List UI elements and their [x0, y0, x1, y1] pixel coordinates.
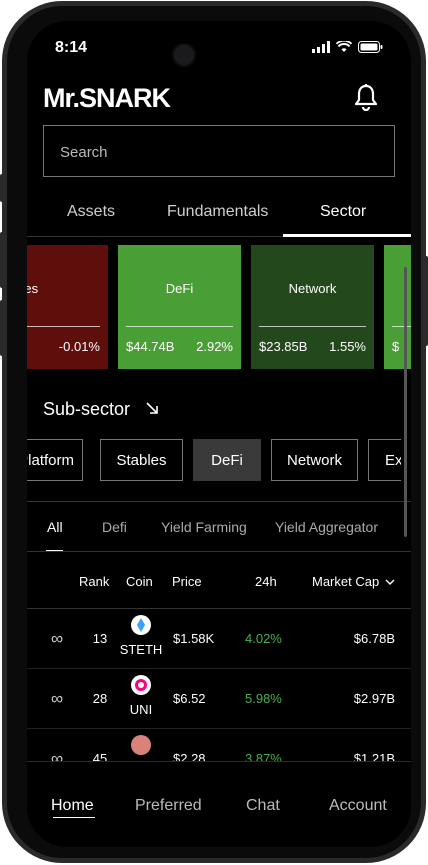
- header-price[interactable]: Price: [172, 574, 202, 589]
- row-market-cap: $6.78B: [353, 631, 395, 646]
- volume-up-button: [0, 232, 4, 288]
- sector-card-change: 1.55%: [329, 339, 366, 354]
- subtab-yield-aggregator[interactable]: Yield Aggregator: [275, 519, 378, 535]
- front-camera: [172, 43, 196, 67]
- active-nav-indicator: [53, 817, 95, 818]
- sector-card-value: $: [392, 339, 400, 354]
- header-rank[interactable]: Rank: [79, 574, 109, 589]
- subsector-chips: Platform Stables DeFi Network Ex: [27, 439, 401, 483]
- sector-card-value: $23.85B: [259, 339, 308, 354]
- row-price: $6.52: [173, 691, 206, 706]
- header-coin[interactable]: Coin: [126, 574, 153, 589]
- sector-card-stables[interactable]: ables 3 -0.01%: [27, 245, 108, 369]
- row-rank: 28: [92, 691, 108, 706]
- sector-cards: ables 3 -0.01% DeFi $44.74B 2.92% Networ…: [27, 245, 411, 369]
- row-change: 5.98%: [245, 691, 282, 706]
- status-bar: 8:14: [27, 21, 411, 71]
- infinity-icon[interactable]: ∞: [51, 689, 63, 709]
- row-change: 4.02%: [245, 631, 282, 646]
- chip-network[interactable]: Network: [271, 439, 358, 481]
- sector-card-network[interactable]: Network $23.85B 1.55%: [251, 245, 374, 369]
- row-market-cap: $2.97B: [353, 691, 395, 706]
- infinity-icon[interactable]: ∞: [51, 629, 63, 649]
- card-divider: [259, 326, 366, 327]
- main-tabs: Assets Fundamentals Sector: [27, 191, 411, 237]
- row-rank: 13: [92, 631, 108, 646]
- subtab-defi[interactable]: Defi: [102, 519, 127, 535]
- nav-home[interactable]: Home: [51, 797, 94, 815]
- volume-down-button: [0, 300, 4, 356]
- chip-platform[interactable]: Platform: [27, 439, 83, 481]
- sector-card-name: Network: [288, 281, 337, 296]
- app-screen: 8:14 Mr.SNARK Search Assets Fundamentals…: [27, 21, 411, 847]
- coin-icon: [131, 735, 151, 755]
- status-icons: [312, 41, 383, 53]
- subtabs-divider: [27, 551, 411, 552]
- subtab-yield-farming[interactable]: Yield Farming: [161, 519, 247, 535]
- scrollbar[interactable]: [404, 267, 407, 537]
- sector-card-defi[interactable]: DeFi $44.74B 2.92%: [118, 245, 241, 369]
- tab-assets[interactable]: Assets: [67, 203, 115, 221]
- chip-ex[interactable]: Ex: [368, 439, 401, 481]
- subtab-all[interactable]: All: [47, 519, 63, 535]
- sector-card-change: 2.92%: [196, 339, 233, 354]
- active-tab-indicator: [283, 234, 411, 237]
- chevron-down-icon[interactable]: [385, 579, 395, 585]
- app-logo: Mr.SNARK: [43, 83, 171, 113]
- chip-stables[interactable]: Stables: [100, 439, 183, 481]
- signal-icon: [312, 41, 330, 53]
- search-input[interactable]: Search: [43, 125, 395, 177]
- status-time: 8:14: [55, 39, 88, 56]
- section-divider: [27, 501, 411, 502]
- subsector-tabs: All Defi Yield Farming Yield Aggregator: [27, 515, 411, 555]
- card-divider: [392, 326, 411, 327]
- chip-defi[interactable]: DeFi: [193, 439, 261, 481]
- power-button: [424, 256, 428, 346]
- sector-card-name: DeFi: [165, 281, 194, 296]
- table-row[interactable]: ∞ 13 STETH $1.58K 4.02% $6.78B: [27, 609, 411, 669]
- card-divider: [126, 326, 233, 327]
- battery-icon: [358, 41, 383, 53]
- nav-chat[interactable]: Chat: [246, 797, 280, 815]
- notification-bell-icon[interactable]: [353, 83, 379, 111]
- nav-preferred[interactable]: Preferred: [135, 797, 202, 815]
- sector-card-name: ables: [27, 281, 39, 296]
- tab-sector[interactable]: Sector: [320, 203, 366, 221]
- bottom-navigation: Home Preferred Chat Account: [27, 761, 411, 847]
- row-price: $1.58K: [173, 631, 215, 646]
- wifi-icon: [336, 41, 352, 52]
- nav-account[interactable]: Account: [329, 797, 387, 815]
- arrow-down-right-icon: [146, 402, 158, 414]
- header-24h[interactable]: 24h: [255, 574, 277, 589]
- uni-coin-icon: [131, 675, 151, 695]
- subsector-title: Sub-sector: [43, 399, 131, 419]
- sector-card-change: -0.01%: [58, 339, 100, 354]
- steth-coin-icon: [131, 615, 151, 635]
- sector-card-value: $44.74B: [126, 339, 175, 354]
- row-coin: STETH: [119, 642, 163, 657]
- card-divider: [27, 326, 100, 327]
- tab-fundamentals[interactable]: Fundamentals: [167, 203, 268, 221]
- mute-switch: [0, 174, 4, 202]
- row-coin: UNI: [129, 702, 153, 717]
- table-header: Rank Coin Price 24h Market Cap: [27, 571, 411, 609]
- header-market-cap[interactable]: Market Cap: [312, 574, 379, 589]
- table-row[interactable]: ∞ 28 UNI $6.52 5.98% $2.97B: [27, 669, 411, 729]
